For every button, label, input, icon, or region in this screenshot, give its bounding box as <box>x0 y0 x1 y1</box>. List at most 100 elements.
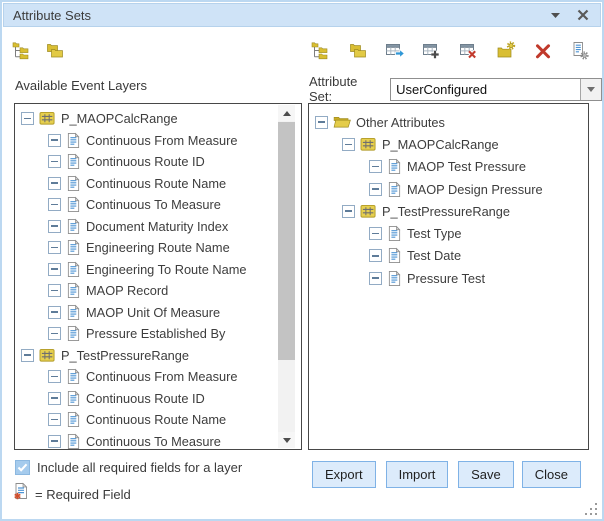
toolbar-button-tree-folders[interactable] <box>13 40 35 62</box>
tree-row[interactable]: Pressure Test <box>309 267 588 289</box>
include-required-row: Include all required fields for a layer <box>15 460 242 475</box>
scrollbar-thumb[interactable] <box>278 122 295 360</box>
tree-item-label: P_MAOPCalcRange <box>61 111 178 126</box>
folders-icon <box>45 41 65 61</box>
tree-row[interactable]: P_TestPressureRange <box>309 200 588 222</box>
tree-folders-icon <box>12 41 32 61</box>
collapse-toggle[interactable] <box>369 160 382 173</box>
export-button[interactable]: Export <box>312 461 376 488</box>
collapse-toggle[interactable] <box>369 227 382 240</box>
tree-row[interactable]: Document Maturity Index <box>15 216 276 238</box>
tree-row[interactable]: Other Attributes <box>309 111 588 133</box>
available-event-layers-label: Available Event Layers <box>15 78 147 93</box>
resize-grip-icon[interactable] <box>584 502 597 515</box>
vertical-scrollbar[interactable] <box>278 105 295 448</box>
save-button[interactable]: Save <box>458 461 514 488</box>
collapse-toggle[interactable] <box>369 183 382 196</box>
tree-row[interactable]: Pressure Established By <box>15 323 276 345</box>
field-icon <box>66 132 81 149</box>
collapse-toggle[interactable] <box>21 349 34 362</box>
field-icon <box>66 218 81 235</box>
attribute-set-dropdown[interactable]: UserConfigured <box>390 78 602 101</box>
caret-down-icon[interactable] <box>547 7 563 23</box>
collapse-toggle[interactable] <box>315 116 328 129</box>
collapse-toggle[interactable] <box>48 284 61 297</box>
tree-row[interactable]: MAOP Test Pressure <box>309 156 588 178</box>
tree-item-label: Continuous Route ID <box>86 391 205 406</box>
tree-row[interactable]: Continuous Route Name <box>15 173 276 195</box>
toolbar-button-tree-folders[interactable] <box>312 40 334 62</box>
available-layers-tree: P_MAOPCalcRange Continuous From Measure Co… <box>15 104 276 449</box>
toolbar-button-table-plus[interactable] <box>423 40 445 62</box>
field-icon <box>66 175 81 192</box>
dialog-title: Attribute Sets <box>13 8 91 23</box>
table-arrow-icon <box>385 41 405 61</box>
tree-row[interactable]: Continuous To Measure <box>15 194 276 216</box>
close-button[interactable]: Close <box>522 461 581 488</box>
tree-row[interactable]: Continuous From Measure <box>15 366 276 388</box>
triangle-up-icon <box>283 111 291 116</box>
table-plus-icon <box>422 41 442 61</box>
toolbar-button-table-arrow[interactable] <box>386 40 408 62</box>
tree-item-label: Continuous From Measure <box>86 133 238 148</box>
collapse-toggle[interactable] <box>369 272 382 285</box>
collapse-toggle[interactable] <box>48 327 61 340</box>
attribute-set-tree: Other AttributesP_MAOPCalcRangeMAOP Test… <box>309 104 588 449</box>
collapse-toggle[interactable] <box>48 263 61 276</box>
tree-row[interactable]: Continuous To Measure <box>15 431 276 450</box>
tree-row[interactable]: Test Date <box>309 245 588 267</box>
tree-row[interactable]: P_MAOPCalcRange <box>309 133 588 155</box>
collapse-toggle[interactable] <box>48 306 61 319</box>
dropdown-button[interactable] <box>580 79 601 100</box>
collapse-toggle[interactable] <box>21 112 34 125</box>
toolbar-button-document-gear[interactable] <box>571 40 593 62</box>
tree-row[interactable]: MAOP Record <box>15 280 276 302</box>
toolbar-button-folders[interactable] <box>349 40 371 62</box>
collapse-toggle[interactable] <box>48 370 61 383</box>
scroll-up-button[interactable] <box>278 105 295 121</box>
collapse-toggle[interactable] <box>48 241 61 254</box>
tree-row[interactable]: MAOP Unit Of Measure <box>15 302 276 324</box>
tree-item-label: Engineering Route Name <box>86 240 230 255</box>
toolbar-button-folder-gear[interactable] <box>497 40 519 62</box>
tree-row[interactable]: Continuous Route ID <box>15 151 276 173</box>
tree-item-label: Engineering To Route Name <box>86 262 247 277</box>
toolbar-button-red-x[interactable] <box>534 40 556 62</box>
scroll-down-button[interactable] <box>278 432 295 448</box>
tree-row[interactable]: Continuous Route ID <box>15 388 276 410</box>
tree-row[interactable]: Continuous From Measure <box>15 130 276 152</box>
collapse-toggle[interactable] <box>48 392 61 405</box>
tree-row[interactable]: Engineering To Route Name <box>15 259 276 281</box>
include-required-fields-checkbox[interactable] <box>15 460 30 475</box>
tree-row[interactable]: P_MAOPCalcRange <box>15 108 276 130</box>
collapse-toggle[interactable] <box>48 177 61 190</box>
collapse-toggle[interactable] <box>48 155 61 168</box>
attribute-set-value: UserConfigured <box>391 79 580 100</box>
attribute-sets-dialog: Attribute Sets Available Event Layers At… <box>0 0 604 521</box>
toolbar-button-folders[interactable] <box>46 40 68 62</box>
collapse-toggle[interactable] <box>342 205 355 218</box>
collapse-toggle[interactable] <box>342 138 355 151</box>
red-x-icon <box>533 41 553 61</box>
collapse-toggle[interactable] <box>369 249 382 262</box>
collapse-toggle[interactable] <box>48 220 61 233</box>
toolbar-button-table-x[interactable] <box>460 40 482 62</box>
collapse-toggle[interactable] <box>48 435 61 448</box>
tree-row[interactable]: MAOP Design Pressure <box>309 178 588 200</box>
collapse-toggle[interactable] <box>48 134 61 147</box>
tree-row[interactable]: P_TestPressureRange <box>15 345 276 367</box>
field-icon <box>387 270 402 287</box>
tree-row[interactable]: Engineering Route Name <box>15 237 276 259</box>
close-icon[interactable] <box>575 7 591 23</box>
field-icon <box>66 239 81 256</box>
field-icon <box>66 153 81 170</box>
titlebar[interactable]: Attribute Sets <box>3 3 601 27</box>
tree-row[interactable]: Continuous Route Name <box>15 409 276 431</box>
tree-row[interactable]: Test Type <box>309 222 588 244</box>
field-icon <box>66 390 81 407</box>
collapse-toggle[interactable] <box>48 413 61 426</box>
save-close-buttons: Save Close <box>458 461 581 488</box>
collapse-toggle[interactable] <box>48 198 61 211</box>
tree-item-label: P_TestPressureRange <box>61 348 189 363</box>
import-button[interactable]: Import <box>386 461 449 488</box>
